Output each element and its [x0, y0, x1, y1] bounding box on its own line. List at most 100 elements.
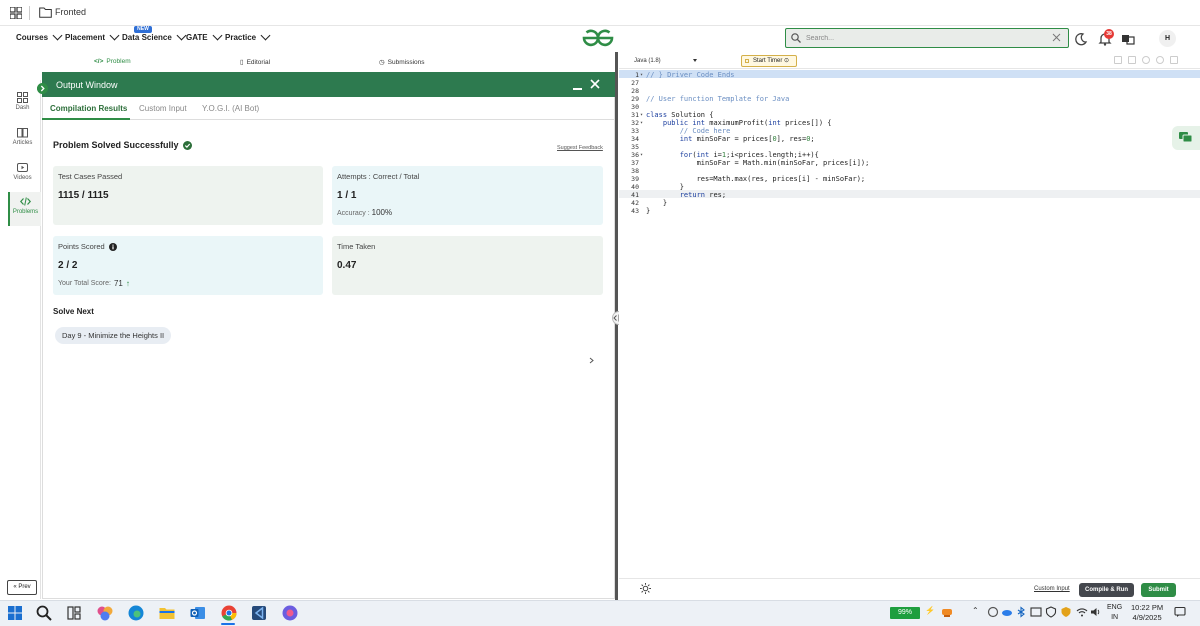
arrow-up-icon: ↑: [125, 279, 130, 288]
bluetooth-icon[interactable]: [1015, 606, 1027, 618]
code-line: }: [646, 183, 684, 191]
nav-practice[interactable]: Practice: [225, 30, 271, 42]
tab-submissions[interactable]: ◷ Submissions: [379, 58, 425, 67]
line-number: 38: [631, 167, 639, 175]
code-editor[interactable]: 1 ▾// } Driver Code Ends 27 28 29// User fun…: [619, 69, 1200, 577]
wifi-icon[interactable]: [1076, 606, 1088, 618]
minimize-icon[interactable]: [573, 88, 582, 90]
info-icon[interactable]: [108, 242, 117, 251]
tray-window-icon[interactable]: [1030, 606, 1042, 618]
avatar[interactable]: H: [1159, 30, 1176, 47]
settings-icon[interactable]: [1142, 56, 1150, 64]
line-number: 33: [631, 127, 639, 135]
app-icon[interactable]: [281, 604, 299, 622]
fold-arrow-icon[interactable]: ▾: [640, 112, 643, 118]
pane-splitter[interactable]: [615, 52, 618, 600]
nav-courses[interactable]: Courses: [16, 30, 63, 42]
clock-date: 4/9/2025: [1132, 613, 1162, 622]
suggest-feedback-link[interactable]: Suggest Feedback: [557, 145, 603, 151]
windows-start-icon[interactable]: [6, 604, 24, 622]
notifications-icon[interactable]: [1174, 606, 1186, 618]
file-explorer-icon[interactable]: [158, 604, 176, 622]
file-icon[interactable]: [1128, 56, 1136, 64]
translate-icon[interactable]: [1120, 31, 1136, 47]
custom-input-link[interactable]: Custom Input: [1034, 586, 1070, 592]
shield-icon[interactable]: [1060, 606, 1072, 618]
points-label-row: Points Scored: [58, 242, 117, 251]
tab-compilation-results[interactable]: Compilation Results: [50, 104, 127, 113]
fullscreen-icon[interactable]: [1170, 56, 1178, 64]
nav-placement[interactable]: Placement: [65, 30, 120, 42]
active-app-indicator: [221, 623, 235, 625]
code-line: }: [646, 207, 651, 215]
check-circle-icon: [182, 140, 192, 150]
tab-problem[interactable]: </> Problem: [94, 58, 131, 65]
battery-indicator[interactable]: 99%: [890, 607, 920, 619]
cloud-icon[interactable]: [1001, 606, 1013, 618]
line-number: 36: [631, 151, 639, 159]
chrome-icon[interactable]: [220, 604, 238, 622]
language-value: Java (1.8): [634, 58, 661, 64]
app-grid-icon[interactable]: [10, 7, 22, 19]
clock-time: 10:22 PM: [1131, 603, 1164, 612]
tray-app-icon[interactable]: [941, 606, 953, 618]
sun-icon[interactable]: [640, 583, 651, 594]
copilot-icon[interactable]: [96, 604, 114, 622]
start-timer-button[interactable]: Start Timer ⊙: [741, 55, 797, 67]
submit-button[interactable]: Submit: [1141, 583, 1176, 597]
chat-icon[interactable]: [1172, 126, 1200, 150]
nav-label: Data Science: [122, 33, 172, 42]
language-indicator[interactable]: ENG IN: [1107, 603, 1122, 623]
task-view-icon[interactable]: [65, 604, 83, 622]
sidebar-item-problems[interactable]: Problems: [8, 192, 41, 226]
sidebar-item-articles[interactable]: Articles: [4, 123, 41, 159]
window-title-bar: Fronted: [0, 0, 1200, 26]
prev-button[interactable]: « Prev: [7, 580, 37, 595]
security-icon[interactable]: [1045, 606, 1057, 618]
accuracy-label: Accuracy :: [337, 210, 370, 217]
divider: [29, 6, 30, 20]
tab-yogi-ai-bot[interactable]: Y.O.G.I. (AI Bot): [202, 104, 259, 113]
search-input[interactable]: [806, 31, 1046, 45]
folder-title[interactable]: Fronted: [55, 7, 86, 17]
tab-editorial[interactable]: ▯ Editorial: [240, 58, 271, 67]
line-number: 42: [631, 199, 639, 207]
sidebar-item-dash[interactable]: Dash: [4, 88, 41, 124]
fold-arrow-icon[interactable]: ▾: [640, 120, 643, 126]
expand-icon[interactable]: [37, 83, 48, 94]
fold-arrow-icon[interactable]: ▾: [640, 72, 643, 78]
nav-gate[interactable]: GATE: [186, 30, 223, 42]
code-line: class Solution {: [646, 111, 714, 119]
tab-label: Submissions: [387, 58, 425, 66]
tray-icon[interactable]: [987, 606, 999, 618]
chevron-up-icon[interactable]: ⌃: [972, 606, 984, 618]
code-line: // User function Template for Java: [646, 95, 790, 103]
fold-arrow-icon[interactable]: ▾: [640, 152, 643, 158]
chevron-right-icon[interactable]: [588, 357, 595, 364]
output-window-header: Output Window: [42, 72, 615, 97]
tab-label: Editorial: [246, 58, 271, 66]
search-icon[interactable]: [35, 604, 53, 622]
clock[interactable]: 10:22 PM 4/9/2025: [1131, 603, 1163, 623]
code-line: for(int i=1;i<prices.length;i++){: [679, 151, 819, 159]
next-problem-chip[interactable]: Day 9 - Minimize the Heights II: [55, 327, 172, 344]
nav-data-science[interactable]: Data Science: [122, 30, 187, 42]
dark-mode-icon[interactable]: [1073, 31, 1089, 47]
reset-icon[interactable]: [1156, 56, 1164, 64]
language-select[interactable]: Java (1.8): [631, 55, 701, 67]
copy-icon[interactable]: [1114, 56, 1122, 64]
volume-icon[interactable]: [1090, 606, 1102, 618]
outlook-icon[interactable]: [189, 604, 207, 622]
clear-icon[interactable]: [1052, 33, 1061, 42]
search-box[interactable]: [785, 28, 1069, 48]
compile-run-button[interactable]: Compile & Run: [1079, 583, 1134, 597]
tab-custom-input[interactable]: Custom Input: [139, 104, 187, 113]
edge-icon[interactable]: [127, 604, 145, 622]
close-icon[interactable]: [590, 79, 600, 89]
sidebar-item-videos[interactable]: Videos: [4, 158, 41, 194]
timer-icon: [745, 59, 749, 63]
gfg-logo[interactable]: [582, 29, 614, 47]
time-taken-value: 0.47: [337, 260, 357, 271]
line-number: 30: [631, 103, 639, 111]
vscode-icon[interactable]: [250, 604, 268, 622]
